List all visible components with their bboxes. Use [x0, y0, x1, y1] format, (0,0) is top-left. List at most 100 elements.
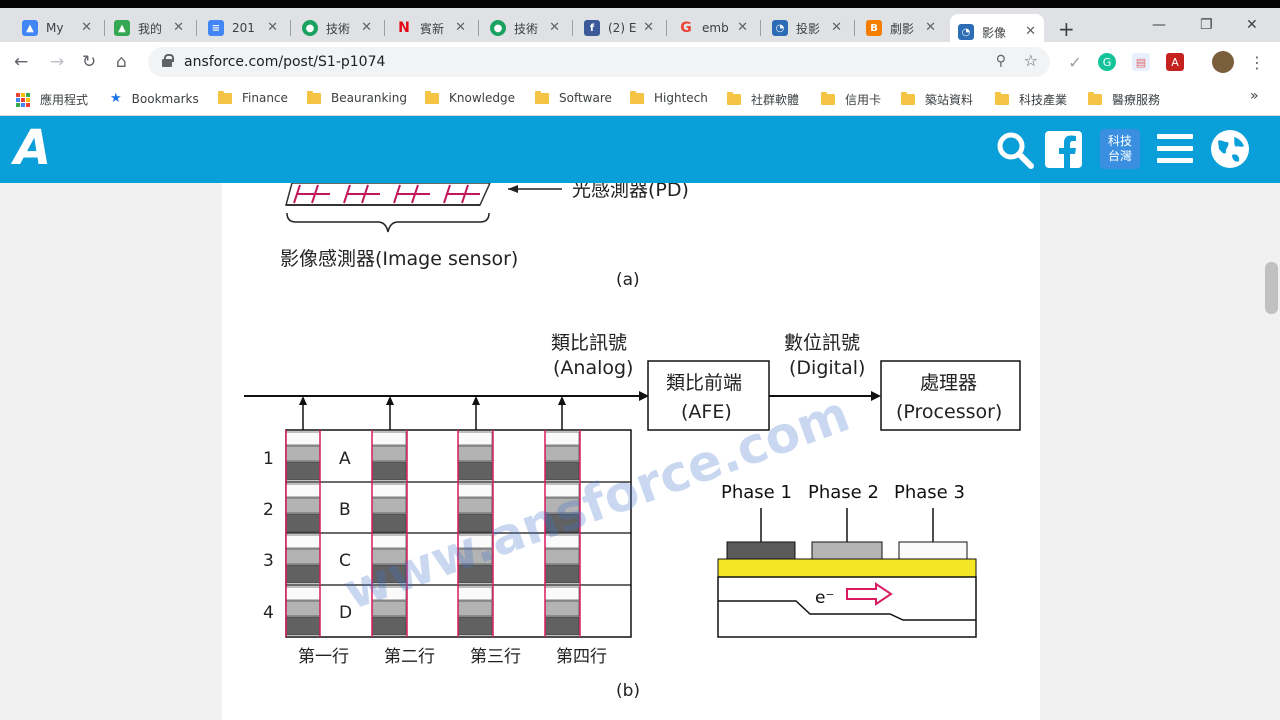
bookmark-apps[interactable]: 應用程式 — [16, 91, 88, 108]
ccd-pixel-segment — [285, 483, 321, 498]
green-circle-icon: ● — [302, 20, 318, 36]
sensor-brace — [286, 212, 490, 233]
menu-dots-icon[interactable]: ⋮ — [1248, 53, 1266, 72]
close-icon[interactable]: ✕ — [925, 20, 936, 35]
close-icon[interactable]: ✕ — [643, 20, 654, 35]
new-tab-button[interactable]: + — [1058, 17, 1075, 41]
tab-1[interactable]: ▲ 我的 ✕ — [106, 14, 192, 42]
ccd-pixel-segment — [285, 534, 321, 549]
home-icon[interactable]: ⌂ — [116, 52, 127, 72]
bookmark-tech-industry[interactable]: 科技產業 — [995, 91, 1067, 108]
close-icon[interactable]: ✕ — [81, 20, 92, 35]
ccd-pixel-segment — [285, 586, 321, 601]
afe-label-en: (AFE) — [681, 401, 732, 423]
minimize-icon[interactable]: — — [1152, 17, 1166, 33]
folder-icon — [727, 92, 741, 105]
bookmark-credit-card[interactable]: 信用卡 — [821, 91, 881, 108]
star-icon[interactable]: ☆ — [1024, 51, 1038, 70]
folder-icon — [1088, 92, 1102, 105]
tab-5[interactable]: ● 技術 ✕ — [482, 14, 568, 42]
image-extension-icon[interactable]: ▤ — [1132, 53, 1150, 71]
scrollbar-thumb[interactable] — [1265, 262, 1278, 314]
close-icon[interactable]: ✕ — [267, 20, 278, 35]
ccd-pixel-segment — [285, 616, 321, 636]
column-label-3: 第三行 — [470, 647, 521, 667]
row-number-1: 1 — [263, 449, 274, 469]
tab-2[interactable]: ≡ 201 ✕ — [200, 14, 286, 42]
tab-6[interactable]: f (2) E ✕ — [576, 14, 662, 42]
bookmarks-overflow-icon[interactable]: » — [1250, 88, 1259, 104]
bookmark-hightech[interactable]: Hightech — [630, 90, 708, 105]
facebook-icon[interactable] — [1045, 131, 1082, 168]
tab-0[interactable]: ▲ My ✕ — [14, 14, 100, 42]
bookmark-social[interactable]: 社群軟體 — [727, 91, 799, 108]
tab-9[interactable]: B 劇影 ✕ — [858, 14, 944, 42]
close-icon[interactable]: ✕ — [831, 20, 842, 35]
forward-icon[interactable]: → — [50, 52, 64, 72]
close-icon[interactable]: ✕ — [549, 20, 560, 35]
ccd-pixel-segment — [285, 431, 321, 446]
column-label-4: 第四行 — [556, 647, 607, 667]
bookmarks-bar: 應用程式 ★ Bookmarks Finance Beauranking Know… — [0, 82, 1280, 116]
close-icon[interactable]: ✕ — [361, 20, 372, 35]
image-sensor-grid — [285, 183, 491, 206]
url-text[interactable]: ansforce.com/post/S1-p1074 — [184, 54, 385, 70]
close-icon[interactable]: ✕ — [455, 20, 466, 35]
grammarly-icon[interactable]: G — [1098, 53, 1116, 71]
column-readout-arrows — [302, 402, 563, 430]
close-icon[interactable]: ✕ — [737, 20, 748, 35]
site-header: A 科技 台灣 — [0, 116, 1280, 183]
row-number-3: 3 — [263, 551, 274, 571]
ccd-pixel-segment — [544, 461, 580, 481]
row-letter-a: A — [339, 449, 351, 469]
close-icon[interactable]: ✕ — [173, 20, 184, 35]
pdf-extension-icon[interactable]: A — [1166, 53, 1184, 71]
google-drive-icon: ▲ — [114, 20, 130, 36]
zoom-icon[interactable]: ⚲ — [996, 53, 1006, 69]
bookmark-bookmarks[interactable]: ★ Bookmarks — [110, 91, 199, 106]
browser-toolbar: ← → ↻ ⌂ ansforce.com/post/S1-p1074 ⚲ ☆ ✓… — [0, 42, 1280, 82]
check-icon[interactable]: ✓ — [1066, 53, 1084, 72]
ccd-figure: 光感測器(PD) 影像感測器(Image sensor) (a) 類比訊號 (A… — [244, 183, 1021, 701]
tab-7[interactable]: Gemb ✕ — [670, 14, 756, 42]
ccd-pixel-segment — [371, 616, 407, 636]
lock-icon — [162, 54, 174, 67]
blogger-icon: B — [866, 20, 882, 36]
phase-2-label: Phase 2 — [808, 482, 879, 503]
tab-8[interactable]: ◔ 投影 ✕ — [764, 14, 850, 42]
caption-a: (a) — [616, 270, 640, 290]
back-icon[interactable]: ← — [14, 52, 28, 72]
google-g-icon: G — [680, 20, 692, 36]
bookmark-software[interactable]: Software — [535, 90, 612, 105]
star-icon: ★ — [110, 91, 122, 106]
phase-2-electrode — [811, 541, 883, 560]
bookmark-medical[interactable]: 醫療服務 — [1088, 91, 1160, 108]
globe-icon[interactable] — [1210, 129, 1250, 169]
window-close-icon[interactable]: ✕ — [1246, 17, 1258, 33]
search-icon[interactable] — [995, 131, 1035, 169]
taiwan-tech-badge[interactable]: 科技 台灣 — [1100, 129, 1140, 169]
close-icon[interactable]: ✕ — [1025, 24, 1036, 39]
bookmark-knowledge[interactable]: Knowledge — [425, 90, 515, 105]
caption-b: (b) — [616, 681, 640, 701]
bookmark-beauranking[interactable]: Beauranking — [307, 90, 407, 105]
tab-4[interactable]: N 賓新 ✕ — [388, 14, 474, 42]
bookmark-finance[interactable]: Finance — [218, 90, 288, 105]
reload-icon[interactable]: ↻ — [82, 52, 96, 72]
site-logo[interactable]: A — [14, 120, 51, 176]
ccd-pixel-segment — [457, 445, 493, 462]
column-label-2: 第二行 — [384, 647, 435, 667]
hamburger-menu-icon[interactable] — [1157, 132, 1193, 166]
bookmark-site-data[interactable]: 築站資料 — [901, 91, 973, 108]
afe-label-zh: 類比前端 — [666, 372, 742, 394]
avatar[interactable] — [1212, 51, 1234, 73]
address-bar[interactable]: ansforce.com/post/S1-p1074 ⚲ ☆ — [148, 47, 1050, 77]
restore-icon[interactable]: ❐ — [1200, 17, 1213, 33]
ccd-pixel-segment — [457, 600, 493, 617]
ccd-pixel-segment — [457, 497, 493, 514]
ccd-pixel-segment — [544, 564, 580, 584]
ccd-pixel-segment — [285, 445, 321, 462]
pd-arrowhead — [508, 185, 518, 193]
folder-icon — [630, 90, 644, 104]
tab-3[interactable]: ● 技術 ✕ — [294, 14, 380, 42]
